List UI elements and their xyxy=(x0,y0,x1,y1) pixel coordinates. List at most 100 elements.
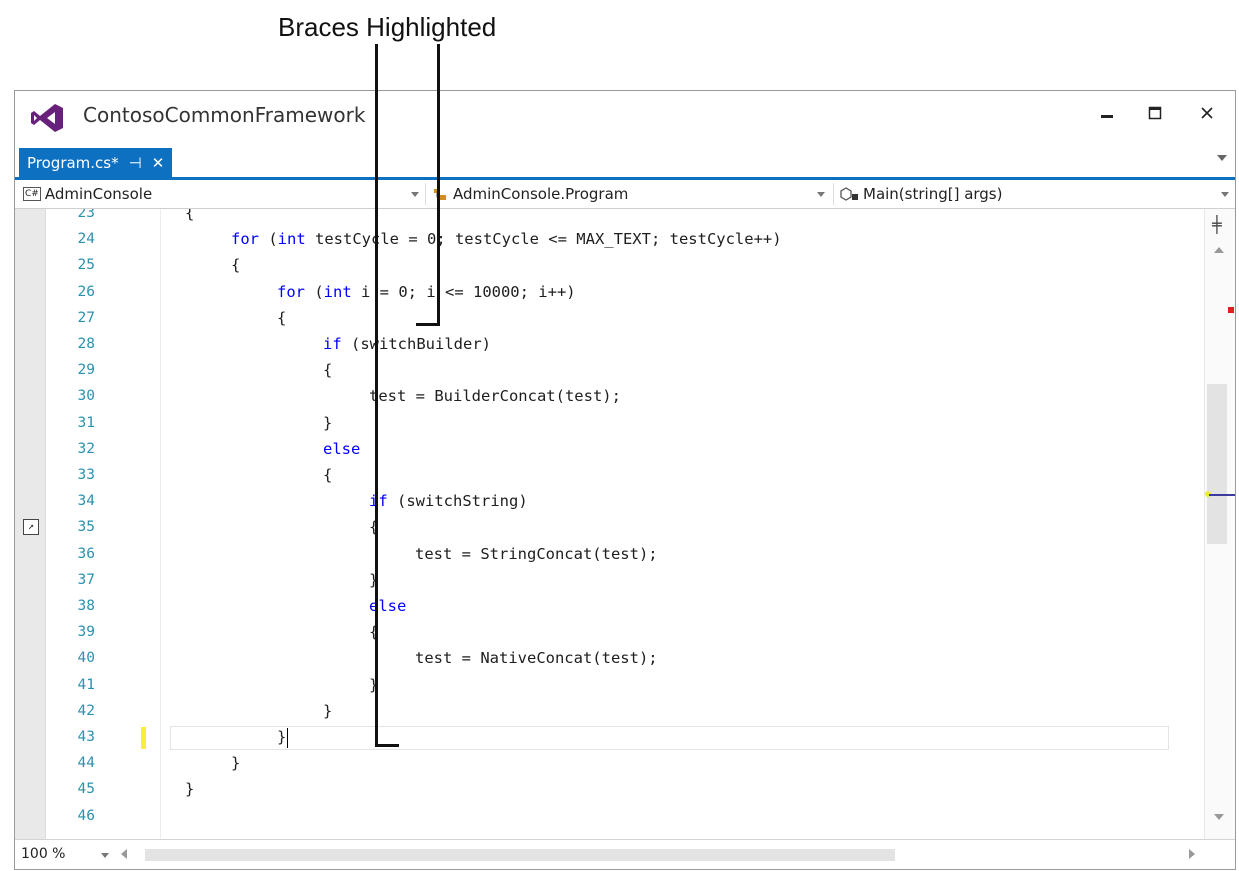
error-marker xyxy=(1228,307,1234,313)
current-line-highlight xyxy=(170,726,1169,750)
code-text: for (int testCycle = 0; testCycle <= MAX… xyxy=(231,230,782,249)
code-line[interactable]: 25 { xyxy=(15,253,1205,279)
shortcut-arrow-icon[interactable]: ↗ xyxy=(23,519,39,536)
scroll-left-arrow-icon[interactable] xyxy=(121,849,127,859)
scrollbar-thumb[interactable] xyxy=(1207,384,1227,544)
document-tab-strip: Program.cs* ⊣ ✕ xyxy=(15,143,1235,180)
code-text: { xyxy=(185,209,195,222)
scroll-down-arrow-icon[interactable] xyxy=(1214,814,1224,820)
text-caret xyxy=(287,728,288,748)
class-icon xyxy=(434,189,446,200)
nav-separator xyxy=(425,183,426,205)
code-line[interactable]: 42} xyxy=(15,699,1205,725)
line-number: 32 xyxy=(77,440,95,457)
code-line[interactable]: 45} xyxy=(15,777,1205,803)
keyword-token: for xyxy=(231,230,259,249)
code-line[interactable]: 38 else xyxy=(15,594,1205,620)
code-line[interactable]: 32 else xyxy=(15,437,1205,463)
code-line[interactable]: 46 xyxy=(15,804,1205,830)
project-dropdown[interactable]: C# AdminConsole xyxy=(23,180,423,208)
line-number: 33 xyxy=(77,467,95,483)
code-text: for (int i = 0; i <= 10000; i++) xyxy=(277,282,576,301)
close-icon xyxy=(1201,107,1213,119)
code-line[interactable]: 43} xyxy=(15,725,1205,751)
code-line[interactable]: 27 { xyxy=(15,306,1205,332)
pin-tab-icon[interactable]: ⊣ xyxy=(129,154,142,172)
zoom-level[interactable]: 100 % xyxy=(21,846,65,862)
maximize-button[interactable] xyxy=(1135,97,1175,129)
keyword-token: else xyxy=(323,439,361,458)
line-number: 28 xyxy=(77,336,95,352)
code-editor[interactable]: 23 { 24 for (int testCycle = 0; testCycle <… xyxy=(15,209,1235,840)
code-line[interactable]: 41} xyxy=(15,673,1205,699)
keyword-token: int xyxy=(323,282,352,301)
code-line[interactable]: 39{ xyxy=(15,620,1205,646)
code-text: { xyxy=(323,466,333,484)
code-text: { xyxy=(231,256,241,275)
member-dropdown[interactable]: Main(string[] args) xyxy=(839,180,1229,208)
code-line[interactable]: 24 for (int testCycle = 0; testCycle <= M… xyxy=(15,227,1205,253)
window-title: ContosoCommonFramework xyxy=(83,103,366,127)
callout-pointer-line xyxy=(375,744,399,747)
callout-title: Braces Highlighted xyxy=(278,12,497,42)
code-text: } xyxy=(185,780,195,799)
code-text: if (switchBuilder) xyxy=(323,335,491,353)
member-name: Main(string[] args) xyxy=(863,185,1003,203)
split-window-icon[interactable]: ╪ xyxy=(1212,215,1222,234)
line-number: 38 xyxy=(77,598,95,614)
horizontal-scrollbar-thumb[interactable] xyxy=(145,849,895,861)
chevron-down-icon xyxy=(1221,192,1229,197)
code-line[interactable]: 33 { xyxy=(15,463,1205,489)
editor-window: ContosoCommonFramework Program.cs* ⊣ ✕ C… xyxy=(14,90,1236,870)
callout-pointer-line xyxy=(416,323,440,326)
navigation-bar: C# AdminConsole AdminConsole.Program Mai… xyxy=(15,180,1235,209)
chevron-down-icon xyxy=(817,192,825,197)
maximize-icon xyxy=(1148,106,1162,120)
minimize-button[interactable] xyxy=(1087,97,1127,129)
vertical-scrollbar[interactable]: ╪ xyxy=(1204,209,1235,840)
change-indicator xyxy=(141,727,146,749)
code-line[interactable]: 36 test = StringConcat(test); xyxy=(15,542,1205,568)
code-line[interactable]: 23 { xyxy=(15,209,1205,227)
keyword-token: for xyxy=(277,282,305,301)
code-line[interactable]: 26 for (int i = 0; i <= 10000; i++) xyxy=(15,280,1205,306)
close-tab-icon[interactable]: ✕ xyxy=(152,154,165,172)
line-number: 43 xyxy=(77,729,95,745)
code-line[interactable]: 44} xyxy=(15,751,1205,777)
zoom-dropdown-icon[interactable] xyxy=(101,853,109,858)
type-dropdown[interactable]: AdminConsole.Program xyxy=(431,180,831,208)
tab-overflow-dropdown-icon[interactable] xyxy=(1217,155,1227,161)
code-line[interactable]: 29 { xyxy=(15,358,1205,384)
code-text: test = NativeConcat(test); xyxy=(415,649,658,668)
csharp-project-icon: C# xyxy=(23,187,41,201)
code-line[interactable]: 40 test = NativeConcat(test); xyxy=(15,646,1205,672)
visual-studio-logo-icon xyxy=(31,104,63,132)
close-window-button[interactable] xyxy=(1187,97,1227,129)
chevron-down-icon xyxy=(411,192,419,197)
callout-pointer-line xyxy=(437,44,440,326)
line-number: 24 xyxy=(77,231,95,248)
line-number: 44 xyxy=(77,755,95,772)
code-line[interactable]: ↗ 35{ xyxy=(15,515,1205,541)
tab-label: Program.cs* xyxy=(27,153,119,172)
code-text: else xyxy=(323,440,360,458)
scroll-right-arrow-icon[interactable] xyxy=(1189,849,1195,859)
scroll-up-arrow-icon[interactable] xyxy=(1214,247,1224,253)
code-text: } xyxy=(231,754,241,773)
code-line[interactable]: 28 if (switchBuilder) xyxy=(15,332,1205,358)
type-name: AdminConsole.Program xyxy=(453,185,629,203)
code-line[interactable]: 34 if (switchString) xyxy=(15,489,1205,515)
code-line[interactable]: 31} xyxy=(15,411,1205,437)
line-number: 29 xyxy=(77,362,95,379)
code-text: } xyxy=(277,728,287,746)
line-number: 35 xyxy=(77,519,95,536)
caret-position-marker xyxy=(1209,494,1235,496)
tab-program-cs[interactable]: Program.cs* ⊣ ✕ xyxy=(19,148,173,177)
code-line[interactable]: 37} xyxy=(15,568,1205,594)
title-bar: ContosoCommonFramework xyxy=(15,91,1235,143)
line-number: 45 xyxy=(77,781,95,798)
line-number: 25 xyxy=(77,257,95,274)
code-line[interactable]: 30 test = BuilderConcat(test); xyxy=(15,384,1205,410)
callout-pointer-line xyxy=(375,44,378,747)
line-number: 41 xyxy=(77,676,95,693)
